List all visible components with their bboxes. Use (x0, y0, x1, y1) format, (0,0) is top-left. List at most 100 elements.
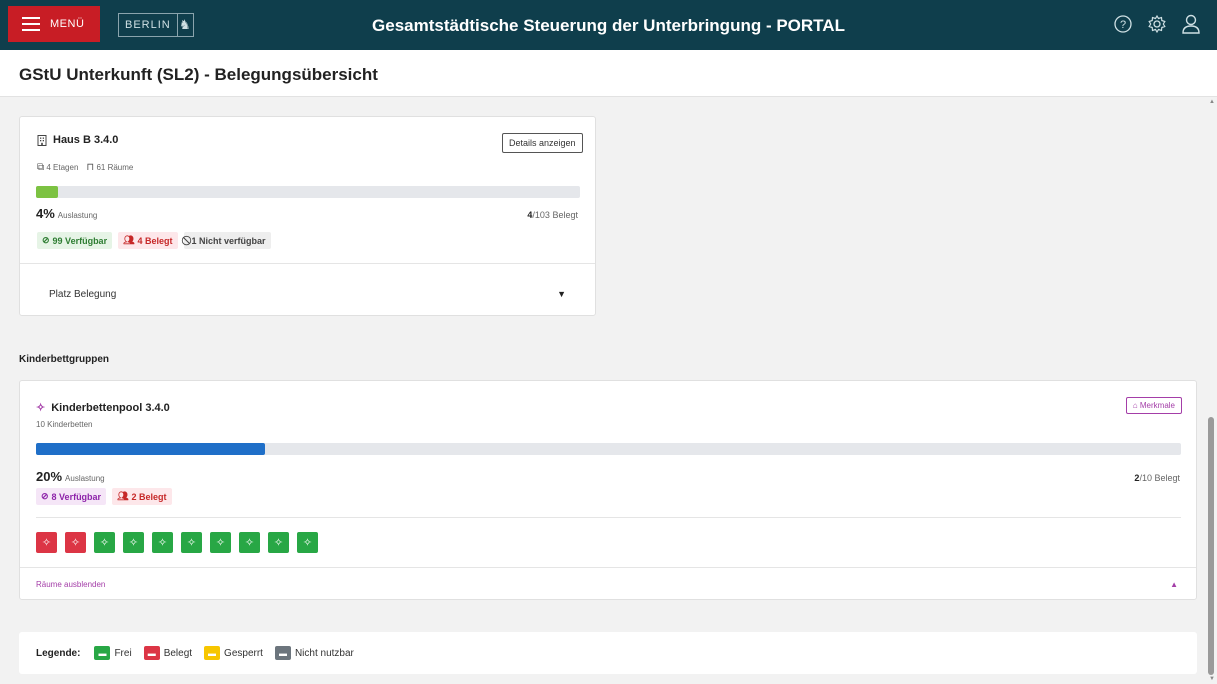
child-icon: ✧ (302, 537, 313, 549)
floors-info: ⧉ 4 Etagen (37, 162, 78, 173)
child-icon: ✧ (99, 537, 110, 549)
page-title: GStU Unterkunft (SL2) - Belegungsübersic… (19, 65, 378, 84)
check-circle-icon: ⊘ (42, 235, 50, 245)
child-icon: ✧ (157, 537, 168, 549)
building-icon (37, 134, 47, 146)
house-auslastung-label: Auslastung (57, 211, 98, 220)
scrollbar-thumb[interactable] (1208, 417, 1214, 675)
unavailable-badge: ⃠1 Nicht verfügbar (183, 232, 271, 249)
available-badge: ⊘ 99 Verfügbar (37, 232, 113, 249)
house-percent-value: 4% (36, 206, 55, 221)
kinderbett-tile[interactable]: ✧ (36, 532, 57, 553)
kinderbett-tile[interactable]: ✧ (210, 532, 231, 553)
kinder-occupied-badge: 👥︎ 2 Belegt (112, 488, 172, 505)
house-progress-fill (36, 186, 58, 198)
door-icon: ⊓ (86, 162, 95, 173)
house-badges: ⊘99 Verfügbar 👥︎4 Belegt ⃠1 Nicht verfüg… (37, 232, 271, 249)
kinder-capacity: /10 (1139, 473, 1152, 483)
kinder-title: ✧ Kinderbettenpool 3.4.0 (36, 401, 170, 415)
scroll-up-arrow-icon[interactable]: ▲ (1209, 99, 1215, 105)
kinderbett-tile[interactable]: ✧ (65, 532, 86, 553)
kinder-footer-divider (20, 567, 1196, 568)
kinder-percent-value: 20% (36, 469, 63, 484)
kinderbett-tile[interactable]: ✧ (123, 532, 144, 553)
platz-belegung-accordion[interactable]: Platz Belegung ▼ (37, 279, 580, 309)
house-card: Haus B 3.4.0 Details anzeigen ⧉ 4 Etagen… (19, 116, 596, 316)
kinderbett-tile[interactable]: ✧ (268, 532, 289, 553)
child-icon: ✧ (215, 537, 226, 549)
kinderbett-tile[interactable]: ✧ (152, 532, 173, 553)
occupied-badge: 👥︎ 4 Belegt (118, 232, 178, 249)
child-icon: ✧ (273, 537, 284, 549)
top-navigation-bar: MENÜ BERLIN ♞ Gesamtstädtische Steuerung… (0, 0, 1217, 50)
child-icon: ✧ (244, 537, 255, 549)
unavailable-badge-text: 1 Nicht verfügbar (191, 235, 266, 246)
child-icon: ✧ (41, 537, 52, 549)
page-header: GStU Unterkunft (SL2) - Belegungsübersic… (0, 50, 1217, 97)
available-badge-text: 99 Verfügbar (52, 235, 108, 246)
svg-text:?: ? (1120, 19, 1126, 31)
child-icon: ✧ (128, 537, 139, 549)
house-percent: 4% Auslastung (36, 206, 97, 221)
details-button[interactable]: Details anzeigen (502, 133, 583, 153)
kinder-belegt-count: 2/10 Belegt (1134, 473, 1180, 483)
bed-icon: ▬ (143, 646, 160, 660)
kinder-occupied-badge-text: 2 Belegt (131, 491, 167, 502)
accordion-label: Platz Belegung (49, 288, 117, 300)
user-icon[interactable] (1179, 12, 1203, 36)
legend-label: Legende: (36, 647, 81, 659)
kinder-card: ✧ Kinderbettenpool 3.4.0 ⌂ Merkmale 10 K… (19, 380, 1197, 600)
house-meta: ⧉ 4 Etagen ⊓ 61 Räume (37, 162, 133, 173)
app-title: Gesamtstädtische Steuerung der Unterbrin… (372, 16, 845, 35)
occupied-badge-text: 4 Belegt (137, 235, 173, 246)
kinderbett-tile[interactable]: ✧ (297, 532, 318, 553)
house-belegt-label: Belegt (552, 210, 578, 220)
legend-item-nicht-nutzbar: ▬ Nicht nutzbar (274, 646, 354, 660)
kinder-progress-fill (36, 443, 265, 455)
bed-icon: ▬ (94, 646, 111, 660)
hide-rooms-link[interactable]: Räume ausblenden (36, 580, 105, 589)
house-progress-track (36, 186, 580, 198)
legend-item-gesperrt: ▬ Gesperrt (204, 646, 263, 660)
kinderbett-tile[interactable]: ✧ (239, 532, 260, 553)
floors-text: 4 Etagen (46, 163, 79, 172)
kinder-badges: ⊘ 8 Verfügbar 👥︎ 2 Belegt (36, 488, 172, 505)
legend: Legende: ▬ Frei ▬ Belegt ▬ Gesperrt ▬ Nicht … (19, 632, 1197, 674)
vertical-scrollbar[interactable]: ▲ ▼ (1206, 97, 1217, 684)
kinder-belegt-label: Belegt (1154, 473, 1180, 483)
bed-icon: ▬ (274, 646, 291, 660)
layers-icon: ⧉ (37, 162, 45, 173)
child-icon: ✧ (70, 537, 81, 549)
help-icon[interactable]: ? (1111, 12, 1135, 36)
house-divider (20, 263, 595, 264)
house-belegt-count: 4/103 Belegt (527, 210, 578, 220)
tag-icon: ⌂ (1132, 401, 1138, 410)
house-capacity: /103 (532, 210, 550, 220)
legend-item-label: Nicht nutzbar (294, 647, 354, 659)
caret-down-icon: ▼ (557, 289, 566, 299)
kinder-subtitle: 10 Kinderbetten (36, 420, 93, 429)
legend-item-frei: ▬ Frei (94, 646, 132, 660)
rooms-text: 61 Räume (96, 163, 134, 172)
kinder-section-title: Kinderbettgruppen (19, 354, 109, 365)
check-circle-icon: ⊘ (41, 491, 49, 501)
child-icon: ✧ (186, 537, 197, 549)
caret-up-icon[interactable]: ▲ (1170, 580, 1178, 589)
legend-item-label: Gesperrt (224, 647, 263, 659)
kinder-available-badge-text: 8 Verfügbar (51, 491, 102, 502)
kinderbett-tile[interactable]: ✧ (181, 532, 202, 553)
kinder-auslastung-label: Auslastung (65, 474, 105, 483)
kinder-progress-track (36, 443, 1181, 455)
child-icon: ✧ (36, 402, 46, 414)
kinder-divider (36, 517, 1181, 518)
merkmale-button[interactable]: ⌂ Merkmale (1125, 397, 1182, 414)
people-icon: 👥︎ (117, 491, 129, 501)
kinderbett-tile[interactable]: ✧ (94, 532, 115, 553)
bed-icon: ▬ (204, 646, 221, 660)
settings-gear-icon[interactable] (1145, 12, 1169, 36)
kinder-percent: 20% Auslastung (36, 469, 105, 484)
rooms-info: ⊓ 61 Räume (86, 162, 133, 173)
scroll-down-arrow-icon[interactable]: ▼ (1209, 676, 1215, 682)
merkmale-label: Merkmale (1139, 401, 1175, 410)
house-title-text: Haus B 3.4.0 (53, 134, 119, 146)
